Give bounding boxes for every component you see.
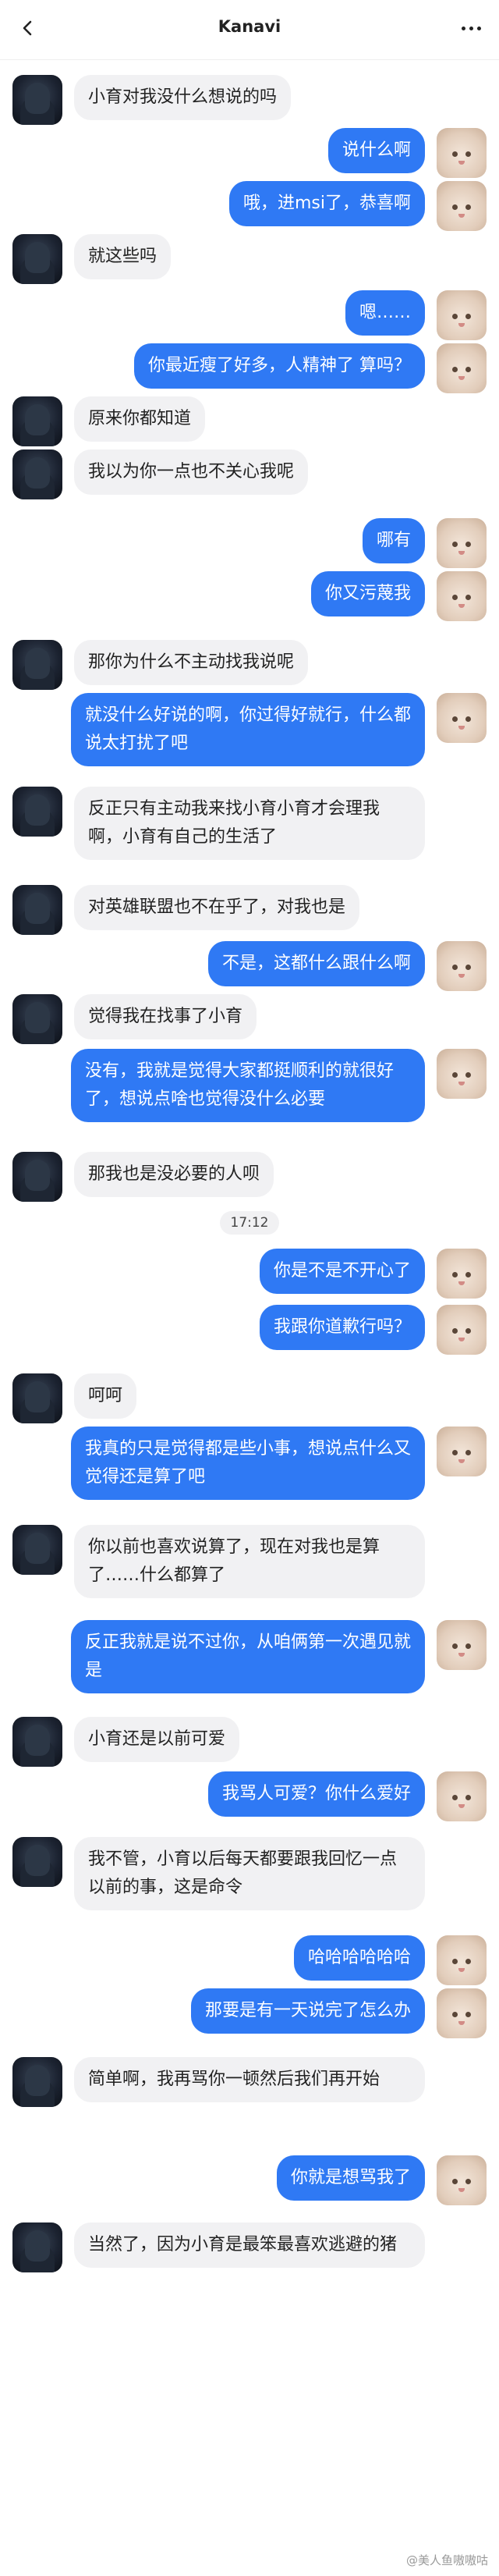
timestamp-divider: 17:12 [220, 1211, 279, 1235]
message-bubble[interactable]: 你就是想骂我了 [276, 2155, 425, 2201]
message-bubble[interactable]: 我真的只是觉得都是些小事，想说点什么又觉得还是算了吧 [71, 1427, 425, 1500]
my-avatar[interactable] [437, 290, 487, 340]
my-avatar[interactable] [437, 693, 487, 743]
message-bubble[interactable]: 你又污蔑我 [310, 571, 425, 616]
my-avatar[interactable] [437, 343, 487, 393]
message-bubble[interactable]: 哈哈哈哈哈哈 [293, 1935, 425, 1981]
my-avatar[interactable] [437, 1620, 487, 1670]
message-bubble[interactable]: 就这些吗 [74, 234, 172, 279]
watermark: @美人鱼嗷嗷咕 [405, 2553, 488, 2567]
more-options-button[interactable] [454, 14, 488, 42]
message-bubble[interactable]: 那要是有一天说完了怎么办 [190, 1988, 425, 2034]
message-bubble[interactable]: 原来你都知道 [74, 396, 206, 442]
contact-avatar[interactable] [12, 1373, 62, 1423]
message-bubble[interactable]: 我不管，小育以后每天都要跟我回忆一点以前的事，这是命令 [74, 1837, 425, 1910]
my-avatar[interactable] [437, 1935, 487, 1985]
message-bubble[interactable]: 哪有 [362, 518, 425, 563]
message-bubble[interactable]: 我骂人可爱？你什么爱好 [207, 1771, 425, 1817]
message-bubble[interactable]: 你是不是不开心了 [259, 1249, 425, 1294]
message-bubble[interactable]: 你最近瘦了好多，人精神了 算吗？ [134, 343, 425, 389]
contact-avatar[interactable] [12, 1152, 62, 1202]
message-bubble[interactable]: 那我也是没必要的人呗 [74, 1152, 274, 1197]
chat-title: Kanavi [218, 17, 281, 36]
message-bubble[interactable]: 小育对我没什么想说的吗 [74, 75, 292, 120]
contact-avatar[interactable] [12, 234, 62, 284]
my-avatar[interactable] [437, 1249, 487, 1299]
message-bubble[interactable]: 小育还是以前可爱 [74, 1717, 240, 1762]
chat-screen: Kanavi 小育对我没什么想说的吗 说什么啊 哦，进msi了，恭喜啊 就这些吗… [0, 0, 499, 2576]
message-bubble[interactable]: 当然了，因为小育是最笨最喜欢逃避的猪 [74, 2222, 425, 2268]
chat-header: Kanavi [0, 0, 499, 60]
my-avatar[interactable] [437, 1305, 487, 1355]
message-bubble[interactable]: 对英雄联盟也不在乎了，对我也是 [74, 885, 360, 930]
contact-avatar[interactable] [12, 1717, 62, 1767]
message-bubble[interactable]: 觉得我在找事了小育 [74, 994, 257, 1039]
message-bubble[interactable]: 反正只有主动我来找小育小育才会理我啊，小育有自己的生活了 [74, 787, 425, 860]
contact-avatar[interactable] [12, 1837, 62, 1887]
message-bubble[interactable]: 反正我就是说不过你，从咱俩第一次遇见就是 [71, 1620, 425, 1693]
my-avatar[interactable] [437, 518, 487, 568]
contact-avatar[interactable] [12, 885, 62, 935]
more-dots-icon [461, 26, 465, 30]
message-bubble[interactable]: 就没什么好说的啊，你过得好就行，什么都说太打扰了吧 [71, 693, 425, 766]
my-avatar[interactable] [437, 1049, 487, 1099]
my-avatar[interactable] [437, 941, 487, 991]
my-avatar[interactable] [437, 128, 487, 178]
contact-avatar[interactable] [12, 75, 62, 125]
contact-avatar[interactable] [12, 2057, 62, 2107]
contact-avatar[interactable] [12, 2222, 62, 2272]
message-bubble[interactable]: 没有，我就是觉得大家都挺顺利的就很好了，想说点啥也觉得没什么必要 [71, 1049, 425, 1122]
my-avatar[interactable] [437, 181, 487, 231]
contact-avatar[interactable] [12, 787, 62, 837]
my-avatar[interactable] [437, 571, 487, 621]
message-bubble[interactable]: 简单啊，我再骂你一顿然后我们再开始 [74, 2057, 425, 2102]
message-bubble[interactable]: 呵呵 [74, 1373, 137, 1419]
message-bubble[interactable]: 那你为什么不主动找我说呢 [74, 640, 309, 685]
contact-avatar[interactable] [12, 994, 62, 1044]
contact-avatar[interactable] [12, 1525, 62, 1575]
my-avatar[interactable] [437, 1988, 487, 2038]
message-list[interactable]: 小育对我没什么想说的吗 说什么啊 哦，进msi了，恭喜啊 就这些吗 嗯…… 你最… [0, 59, 499, 2576]
my-avatar[interactable] [437, 2155, 487, 2205]
my-avatar[interactable] [437, 1771, 487, 1821]
message-bubble[interactable]: 我以为你一点也不关心我呢 [74, 449, 309, 495]
my-avatar[interactable] [437, 1427, 487, 1476]
contact-avatar[interactable] [12, 640, 62, 690]
message-bubble[interactable]: 你以前也喜欢说算了，现在对我也是算了……什么都算了 [74, 1525, 425, 1598]
contact-avatar[interactable] [12, 396, 62, 446]
message-bubble[interactable]: 哦，进msi了，恭喜啊 [228, 181, 425, 226]
contact-avatar[interactable] [12, 449, 62, 499]
message-bubble[interactable]: 说什么啊 [327, 128, 425, 173]
message-bubble[interactable]: 我跟你道歉行吗？ [259, 1305, 425, 1350]
message-bubble[interactable]: 不是，这都什么跟什么啊 [207, 941, 425, 986]
message-bubble[interactable]: 嗯…… [345, 290, 425, 336]
